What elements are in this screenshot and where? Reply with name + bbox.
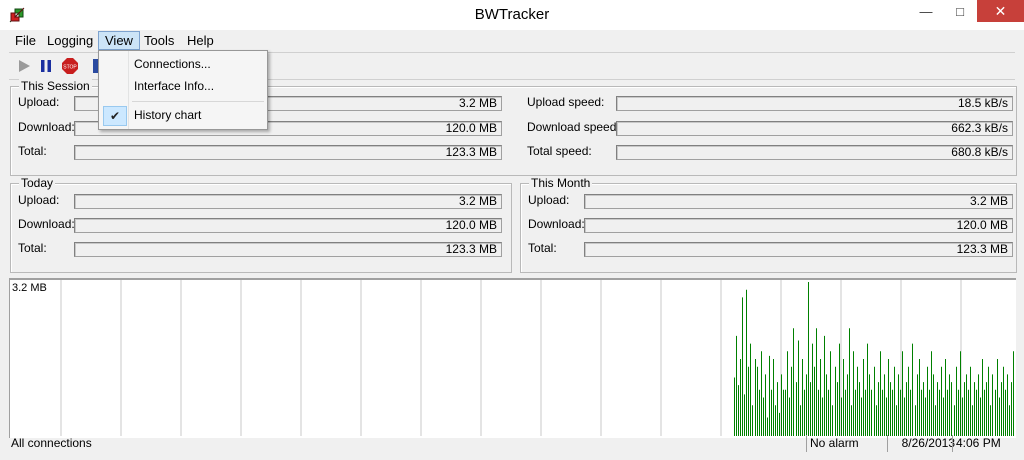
session-download-value: 120.0 MB — [445, 121, 497, 135]
pause-button[interactable] — [37, 57, 55, 75]
today-download-label: Download: — [18, 217, 75, 231]
view-menu-dropdown: Connections... Interface Info... ✔ Histo… — [98, 50, 268, 130]
stop-icon: STOP — [62, 58, 78, 74]
month-total-label: Total: — [528, 241, 557, 255]
close-icon: ✕ — [994, 2, 1007, 19]
today-total-value: 123.3 MB — [445, 242, 497, 256]
session-download-label: Download: — [18, 120, 75, 134]
title-bar: BWTracker — □ ✕ — [0, 0, 1024, 30]
history-chart: 3.2 MB — [9, 278, 1016, 438]
window-title: BWTracker — [474, 6, 550, 23]
today-upload-value: 3.2 MB — [458, 194, 497, 208]
upload-speed-label: Upload speed: — [527, 95, 605, 109]
this-month-title: This Month — [529, 176, 593, 190]
this-session-title: This Session — [19, 79, 92, 93]
month-download-value: 120.0 MB — [956, 218, 1008, 232]
menu-view[interactable]: View — [98, 31, 140, 50]
status-date: 8/26/2013 — [887, 435, 958, 452]
menu-item-history-chart[interactable]: ✔ History chart — [100, 105, 266, 126]
svg-text:STOP: STOP — [63, 65, 77, 71]
menu-bar: File Logging View Tools Help — [9, 31, 1015, 50]
upload-speed-bar: 18.5 kB/s — [616, 96, 1013, 111]
status-bar: All connections No alarm 8/26/2013 4:06 … — [9, 435, 1015, 452]
play-button[interactable] — [15, 57, 33, 75]
total-speed-label: Total speed: — [527, 144, 592, 158]
menu-item-interface-info-label: Interface Info... — [134, 79, 215, 93]
today-title: Today — [19, 176, 56, 190]
minimize-icon: — — [919, 3, 933, 19]
session-total-value: 123.3 MB — [445, 145, 497, 159]
download-speed-value: 662.3 kB/s — [951, 121, 1008, 135]
month-upload-bar: 3.2 MB — [584, 194, 1013, 209]
maximize-icon: □ — [956, 3, 964, 19]
session-total-bar: 123.3 MB — [74, 145, 502, 160]
month-upload-label: Upload: — [528, 193, 570, 207]
month-upload-value: 3.2 MB — [969, 194, 1008, 208]
session-total-label: Total: — [18, 144, 47, 158]
menu-tools[interactable]: Tools — [138, 32, 180, 49]
today-download-bar: 120.0 MB — [74, 218, 502, 233]
month-download-label: Download: — [528, 217, 585, 231]
status-time: 4:06 PM — [952, 435, 1011, 452]
status-alarm: No alarm — [806, 435, 888, 452]
menu-file[interactable]: File — [9, 32, 42, 49]
pause-icon — [41, 60, 51, 72]
close-button[interactable]: ✕ — [977, 0, 1024, 22]
history-chart-plot — [60, 280, 1014, 436]
month-download-bar: 120.0 MB — [584, 218, 1013, 233]
month-total-value: 123.3 MB — [956, 242, 1008, 256]
play-icon — [19, 60, 30, 72]
status-connections: All connections — [11, 436, 92, 450]
stop-button[interactable]: STOP — [61, 57, 79, 75]
session-upload-value: 3.2 MB — [458, 96, 497, 110]
menu-separator — [132, 101, 264, 102]
month-total-bar: 123.3 MB — [584, 242, 1013, 257]
menu-item-connections-label: Connections... — [134, 57, 211, 71]
today-upload-label: Upload: — [18, 193, 60, 207]
menu-item-history-chart-label: History chart — [134, 108, 202, 122]
total-speed-bar: 680.8 kB/s — [616, 145, 1013, 160]
minimize-button[interactable]: — — [909, 0, 943, 22]
menu-item-interface-info[interactable]: Interface Info... — [100, 76, 266, 96]
upload-speed-value: 18.5 kB/s — [957, 96, 1008, 110]
checkmark-icon: ✔ — [103, 106, 127, 126]
chart-y-max-label: 3.2 MB — [12, 282, 47, 294]
today-total-label: Total: — [18, 241, 47, 255]
menu-help[interactable]: Help — [181, 32, 220, 49]
today-total-bar: 123.3 MB — [74, 242, 502, 257]
today-upload-bar: 3.2 MB — [74, 194, 502, 209]
today-download-value: 120.0 MB — [445, 218, 497, 232]
session-upload-label: Upload: — [18, 95, 60, 109]
menu-logging[interactable]: Logging — [41, 32, 99, 49]
total-speed-value: 680.8 kB/s — [951, 145, 1008, 159]
menu-item-connections[interactable]: Connections... — [100, 54, 266, 74]
download-speed-bar: 662.3 kB/s — [616, 121, 1013, 136]
download-speed-label: Download speed: — [527, 120, 620, 134]
maximize-button[interactable]: □ — [943, 0, 977, 22]
